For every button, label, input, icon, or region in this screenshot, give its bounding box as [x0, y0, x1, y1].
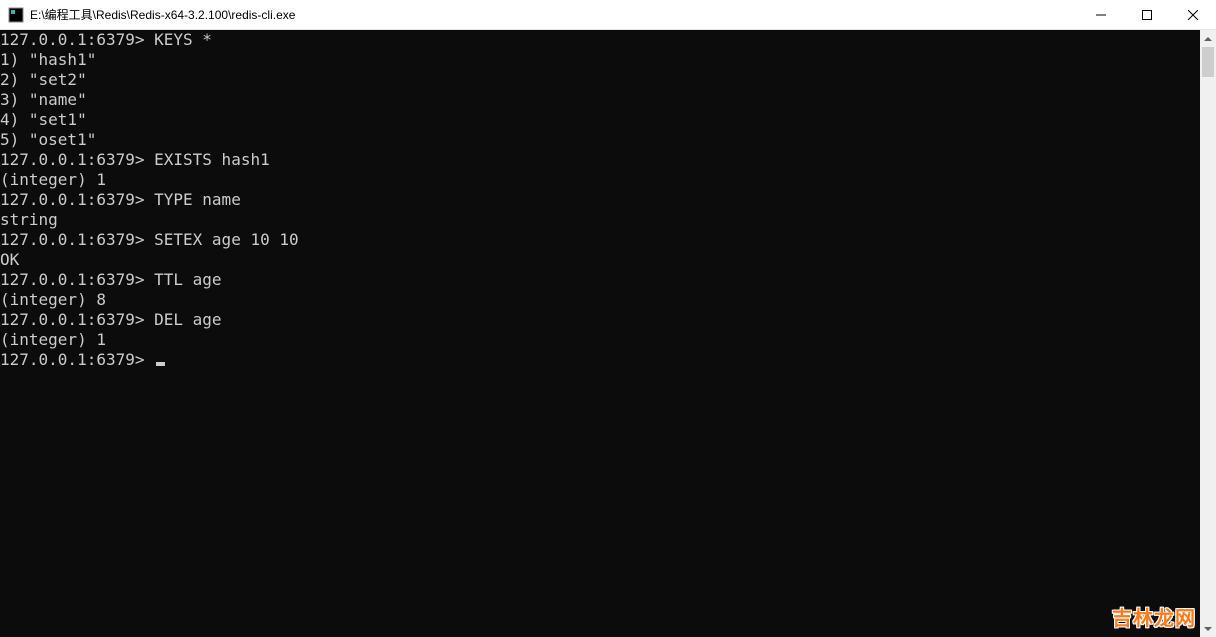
terminal-output-line: 3) "name" [0, 90, 1200, 110]
terminal-output-line: 5) "oset1" [0, 130, 1200, 150]
terminal-output-line: (integer) 1 [0, 330, 1200, 350]
close-button[interactable] [1170, 0, 1216, 29]
terminal-command-line: 127.0.0.1:6379> DEL age [0, 310, 1200, 330]
terminal-command-line: 127.0.0.1:6379> KEYS * [0, 30, 1200, 50]
terminal-command-line: 127.0.0.1:6379> EXISTS hash1 [0, 150, 1200, 170]
prompt-text: 127.0.0.1:6379> [0, 230, 154, 249]
terminal-output-line: OK [0, 250, 1200, 270]
chevron-down-icon [1204, 627, 1212, 631]
cursor-icon [156, 362, 165, 366]
window-title: E:\编程工具\Redis\Redis-x64-3.2.100\redis-cl… [30, 6, 1078, 23]
terminal-output-line: 2) "set2" [0, 70, 1200, 90]
chevron-up-icon [1204, 37, 1212, 41]
window-titlebar: E:\编程工具\Redis\Redis-x64-3.2.100\redis-cl… [0, 0, 1216, 30]
maximize-button[interactable] [1124, 0, 1170, 29]
terminal-container: 127.0.0.1:6379> KEYS *1) "hash1"2) "set2… [0, 30, 1216, 637]
minimize-button[interactable] [1078, 0, 1124, 29]
scroll-thumb[interactable] [1202, 47, 1214, 77]
terminal-output-line: string [0, 210, 1200, 230]
output-text: 5) "oset1" [0, 130, 96, 149]
command-text: SETEX age 10 10 [154, 230, 299, 249]
terminal-command-line: 127.0.0.1:6379> TTL age [0, 270, 1200, 290]
command-text: EXISTS hash1 [154, 150, 270, 169]
terminal-output-line: 4) "set1" [0, 110, 1200, 130]
command-text: TTL age [154, 270, 221, 289]
output-text: string [0, 210, 58, 229]
command-text: TYPE name [154, 190, 241, 209]
terminal-command-line: 127.0.0.1:6379> SETEX age 10 10 [0, 230, 1200, 250]
terminal-output-line: (integer) 1 [0, 170, 1200, 190]
output-text: OK [0, 250, 19, 269]
output-text: 2) "set2" [0, 70, 87, 89]
prompt-text: 127.0.0.1:6379> [0, 270, 154, 289]
output-text: 4) "set1" [0, 110, 87, 129]
scroll-up-button[interactable] [1200, 30, 1216, 47]
vertical-scrollbar [1200, 30, 1216, 637]
output-text: (integer) 8 [0, 290, 106, 309]
output-text: 1) "hash1" [0, 50, 96, 69]
terminal-output[interactable]: 127.0.0.1:6379> KEYS *1) "hash1"2) "set2… [0, 30, 1200, 637]
terminal-output-line: 1) "hash1" [0, 50, 1200, 70]
prompt-text: 127.0.0.1:6379> [0, 190, 154, 209]
app-icon [8, 7, 24, 23]
prompt-text: 127.0.0.1:6379> [0, 30, 154, 49]
window-controls [1078, 0, 1216, 29]
prompt-text: 127.0.0.1:6379> [0, 310, 154, 329]
terminal-command-line: 127.0.0.1:6379> TYPE name [0, 190, 1200, 210]
output-text: 3) "name" [0, 90, 87, 109]
prompt-text: 127.0.0.1:6379> [0, 350, 154, 369]
scroll-down-button[interactable] [1200, 620, 1216, 637]
command-text: DEL age [154, 310, 221, 329]
terminal-prompt-line: 127.0.0.1:6379> [0, 350, 1200, 370]
command-text: KEYS * [154, 30, 212, 49]
terminal-output-line: (integer) 8 [0, 290, 1200, 310]
prompt-text: 127.0.0.1:6379> [0, 150, 154, 169]
output-text: (integer) 1 [0, 330, 106, 349]
output-text: (integer) 1 [0, 170, 106, 189]
watermark-text: 吉林龙网 [1112, 602, 1196, 631]
